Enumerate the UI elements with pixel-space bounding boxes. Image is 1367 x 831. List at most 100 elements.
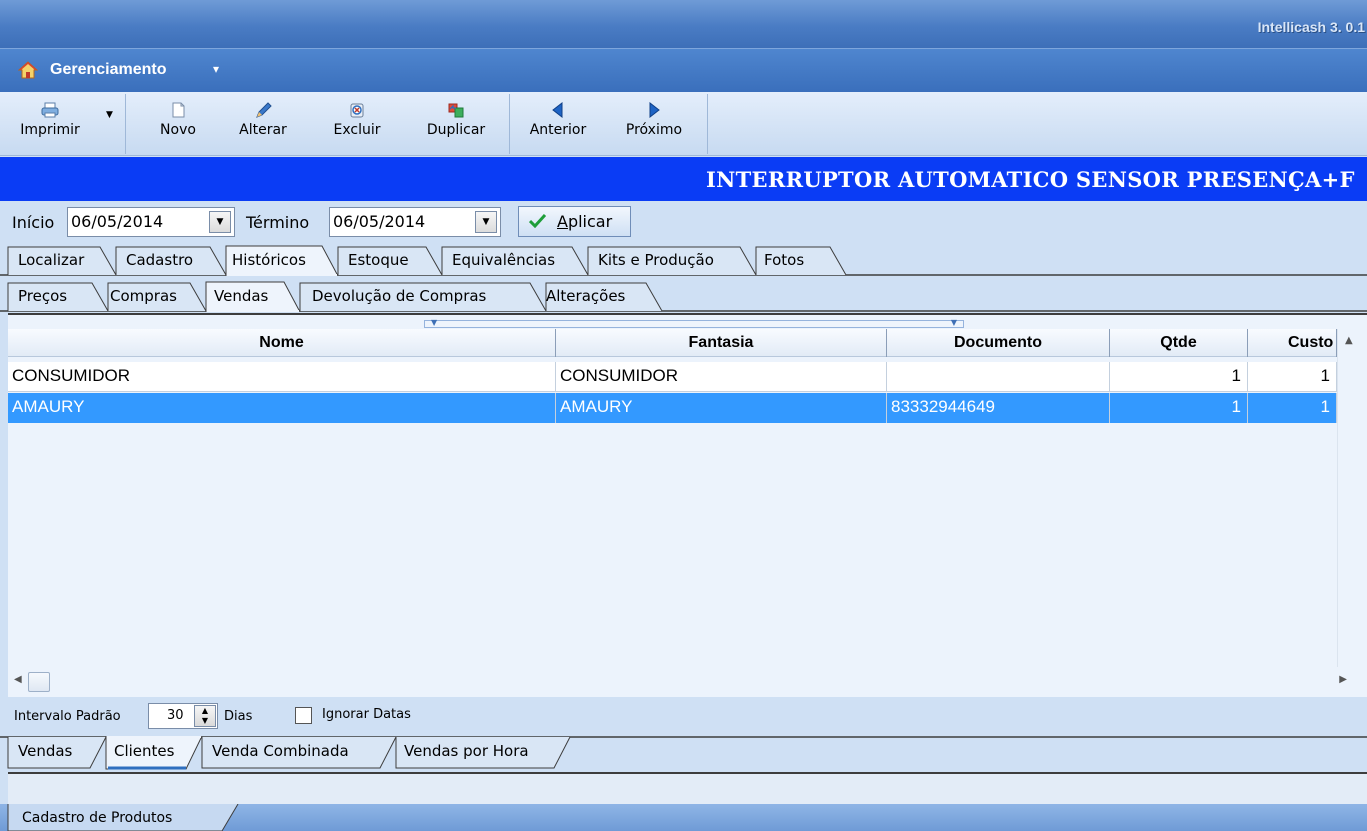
tab-bottom-vendas[interactable]: Vendas (18, 736, 72, 769)
tab-equivalencias[interactable]: Equivalências (452, 243, 555, 276)
edit-button[interactable]: Alterar (232, 94, 294, 154)
table-row-selected[interactable]: AMAURY AMAURY 83332944649 1 1 (8, 393, 1337, 423)
tab-historicos-label: Históricos (232, 251, 306, 269)
toolbar-group-edit: Novo Alterar Excluir Duplicar (126, 94, 510, 154)
main-tab-strip: Localizar Cadastro Históricos Estoque Eq… (0, 243, 1367, 276)
arrow-right-icon (649, 102, 660, 118)
tab-clientes[interactable]: Clientes (114, 736, 174, 769)
cell-qtde: 1 (1110, 362, 1248, 392)
cell-custo: 1 (1248, 362, 1337, 392)
end-date-value: 06/05/2014 (333, 212, 426, 231)
horizontal-scrollbar[interactable]: ◀ ▶ (8, 667, 1367, 697)
duplicate-icon (448, 103, 464, 118)
history-sub-tab-strip: Preços Compras Vendas Devolução de Compr… (0, 279, 1367, 312)
new-label: Novo (160, 122, 196, 138)
tab-vendas-por-hora-label: Vendas por Hora (404, 742, 529, 760)
cell-nome: AMAURY (8, 393, 556, 423)
delete-label: Excluir (333, 122, 381, 138)
new-document-icon (172, 102, 185, 118)
chevron-down-icon: ▼ (431, 318, 438, 327)
previous-button[interactable]: Anterior (522, 94, 594, 154)
new-button[interactable]: Novo (148, 94, 208, 154)
document-tab-cadastro-produtos[interactable]: Cadastro de Produtos (8, 804, 238, 831)
grid-header: Nome Fantasia Documento Qtde Custo (8, 329, 1337, 357)
cell-documento: 83332944649 (887, 393, 1110, 423)
print-dropdown-icon[interactable]: ▼ (106, 110, 113, 120)
ignore-dates-label: Ignorar Datas (322, 707, 411, 722)
tab-compras[interactable]: Compras (110, 279, 177, 312)
spinner-arrows-icon[interactable]: ▲ ▼ (194, 705, 216, 727)
menu-gerenciamento[interactable]: Gerenciamento (50, 61, 166, 79)
print-button[interactable]: Imprimir (10, 94, 90, 154)
chevron-down-icon[interactable]: ▾ (213, 62, 219, 76)
tab-localizar[interactable]: Localizar (18, 243, 84, 276)
document-tab-label: Cadastro de Produtos (22, 810, 173, 826)
column-header-custo[interactable]: Custo (1248, 329, 1337, 357)
tab-bottom-vendas-label: Vendas (18, 742, 73, 760)
chevron-down-icon[interactable]: ▼ (209, 211, 231, 233)
end-date-label: Término (246, 213, 310, 232)
tab-estoque[interactable]: Estoque (348, 243, 409, 276)
chevron-down-icon[interactable]: ▼ (475, 211, 497, 233)
interval-label: Intervalo Padrão (14, 709, 121, 724)
column-header-fantasia[interactable]: Fantasia (556, 329, 887, 357)
tab-historicos[interactable]: Históricos (232, 243, 306, 276)
interval-row: Intervalo Padrão 30 ▲ ▼ Dias Ignorar Data… (0, 700, 1367, 732)
document-tab-bar: Cadastro de Produtos (0, 804, 1367, 831)
duplicate-label: Duplicar (426, 122, 486, 138)
apply-accel: A (557, 212, 568, 231)
tab-kits-producao-label: Kits e Produção (598, 251, 714, 269)
tab-alteracoes[interactable]: Alterações (546, 279, 625, 312)
tab-compras-label: Compras (110, 287, 177, 305)
tab-venda-combinada-label: Venda Combinada (212, 742, 349, 760)
next-button[interactable]: Próximo (614, 94, 694, 154)
tab-alteracoes-label: Alterações (546, 287, 626, 305)
start-date-picker[interactable]: 06/05/2014 ▼ (67, 207, 235, 237)
end-date-picker[interactable]: 06/05/2014 ▼ (329, 207, 501, 237)
tab-venda-combinada[interactable]: Venda Combinada (212, 736, 349, 769)
tab-precos-label: Preços (18, 287, 68, 305)
product-title-banner: INTERRUPTOR AUTOMATICO SENSOR PRESENÇA+F (0, 157, 1367, 201)
bottom-panel (8, 772, 1367, 804)
column-header-nome[interactable]: Nome (8, 329, 556, 357)
interval-spinner[interactable]: 30 ▲ ▼ (148, 703, 218, 729)
interval-value: 30 (167, 708, 184, 723)
interval-unit: Dias (224, 709, 253, 724)
app-title: Intellicash 3. 0.1 (1257, 19, 1365, 35)
menu-bar: Gerenciamento ▾ (0, 48, 1367, 92)
start-date-label: Início (12, 213, 55, 232)
apply-button[interactable]: Aplicar (518, 206, 631, 237)
tab-fotos[interactable]: Fotos (764, 243, 804, 276)
tab-estoque-label: Estoque (348, 251, 409, 269)
tab-fotos-label: Fotos (764, 251, 805, 269)
tab-devolucao-compras[interactable]: Devolução de Compras (312, 279, 486, 312)
cell-fantasia: AMAURY (556, 393, 887, 423)
bottom-tab-strip: Vendas Clientes Venda Combinada Vendas p… (0, 736, 1367, 772)
scroll-right-icon[interactable]: ▶ (1339, 674, 1347, 685)
sub-tab-outline (0, 281, 1367, 312)
toolbar-group-print: Imprimir ▼ (0, 94, 126, 154)
delete-button[interactable]: Excluir (324, 94, 390, 154)
scroll-thumb[interactable] (28, 672, 50, 692)
ignore-dates-checkbox[interactable] (295, 707, 312, 724)
tab-kits-producao[interactable]: Kits e Produção (598, 243, 714, 276)
checkmark-icon (529, 214, 546, 228)
tab-precos[interactable]: Preços (18, 279, 67, 312)
tab-cadastro[interactable]: Cadastro (126, 243, 193, 276)
tab-vendas[interactable]: Vendas (214, 279, 268, 312)
table-row[interactable]: CONSUMIDOR CONSUMIDOR 1 1 (8, 362, 1337, 392)
cell-qtde: 1 (1110, 393, 1248, 423)
vertical-scrollbar[interactable]: ▲ (1337, 329, 1367, 667)
product-title: INTERRUPTOR AUTOMATICO SENSOR PRESENÇA+F (706, 167, 1355, 192)
column-header-documento[interactable]: Documento (887, 329, 1110, 357)
toolbar: Imprimir ▼ Novo Alterar Excluir Duplicar… (0, 92, 1367, 156)
tab-vendas-por-hora[interactable]: Vendas por Hora (404, 736, 529, 769)
previous-label: Anterior (529, 122, 587, 138)
scroll-left-icon[interactable]: ◀ (14, 674, 22, 685)
date-filter-row: Início 06/05/2014 ▼ Término 06/05/2014 ▼ (0, 201, 1367, 241)
column-header-qtde[interactable]: Qtde (1110, 329, 1248, 357)
scroll-up-icon[interactable]: ▲ (1345, 335, 1353, 346)
duplicate-button[interactable]: Duplicar (414, 94, 498, 154)
printer-icon (41, 102, 59, 118)
group-panel-grip[interactable]: ▼ ▼ (424, 318, 964, 328)
